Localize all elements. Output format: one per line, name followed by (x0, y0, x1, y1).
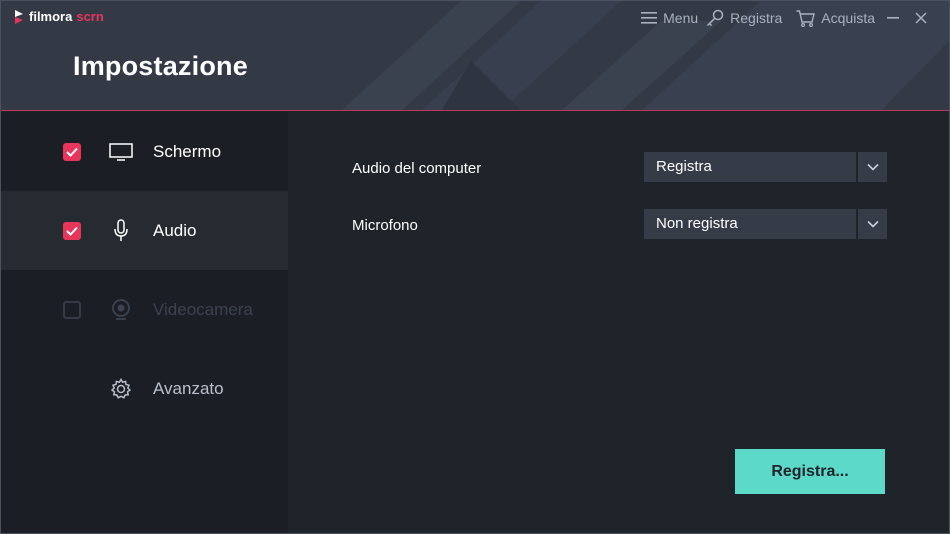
webcam-icon (108, 297, 134, 323)
page-title: Impostazione (73, 51, 248, 81)
schermo-checkbox[interactable] (63, 142, 81, 161)
videocamera-checkbox[interactable] (63, 300, 81, 319)
checkmark-icon (66, 147, 78, 157)
cart-icon (796, 9, 816, 27)
logo-name: filmora (29, 9, 73, 24)
sidebar-item-label: Audio (153, 220, 197, 240)
chevron-down-icon (866, 163, 879, 171)
checkmark-icon (66, 226, 78, 236)
menu-button[interactable]: Menu (641, 10, 698, 26)
filmora-logo-icon (15, 9, 23, 24)
microphone-icon (108, 218, 134, 244)
select-arrow-button[interactable] (858, 209, 887, 239)
key-icon (707, 9, 724, 27)
buy-label: Acquista (821, 10, 875, 26)
chevron-down-icon (866, 220, 879, 228)
buy-link[interactable]: Acquista (796, 9, 875, 27)
app-window: filmora scrn Impostazione Menu Registra (0, 0, 950, 534)
minimize-button[interactable] (883, 8, 903, 28)
gear-icon (108, 376, 134, 402)
hamburger-icon (641, 12, 658, 24)
sidebar-item-label: Videocamera (153, 299, 253, 319)
sidebar-item-audio[interactable]: Audio (1, 191, 288, 270)
sidebar-item-avanzato[interactable]: Avanzato (1, 349, 288, 428)
sidebar-item-schermo[interactable]: Schermo (1, 112, 288, 191)
header: filmora scrn Impostazione Menu Registra (1, 1, 949, 111)
microphone-select[interactable]: Non registra (644, 209, 888, 239)
sidebar-item-label: Avanzato (153, 378, 224, 398)
menu-label: Menu (663, 10, 699, 26)
microphone-label: Microfono (352, 216, 418, 234)
close-button[interactable] (911, 8, 931, 28)
setting-row-computer-audio: Audio del computer Registra (352, 152, 892, 184)
close-icon (915, 12, 927, 24)
record-button[interactable]: Registra... (735, 449, 885, 494)
top-navigation: Menu Registra Acquista (633, 8, 931, 28)
computer-audio-label: Audio del computer (352, 159, 482, 177)
logo-suffix: scrn (76, 9, 104, 24)
register-label: Registra (730, 10, 783, 26)
minimize-icon (887, 17, 899, 19)
app-logo: filmora scrn (13, 9, 104, 24)
main-panel: Audio del computer Registra Microfono No… (288, 112, 949, 533)
setting-row-microphone: Microfono Non registra (352, 209, 892, 241)
sidebar-item-videocamera[interactable]: Videocamera (1, 270, 288, 349)
sidebar: Schermo Audio Videocamera Avanzato (1, 112, 288, 533)
audio-checkbox[interactable] (63, 221, 81, 240)
computer-audio-select[interactable]: Registra (644, 152, 888, 182)
sidebar-item-label: Schermo (153, 141, 222, 161)
monitor-icon (108, 139, 134, 165)
select-arrow-button[interactable] (858, 152, 887, 182)
select-value: Non registra (644, 209, 856, 239)
select-value: Registra (644, 152, 856, 182)
register-link[interactable]: Registra (706, 9, 782, 27)
